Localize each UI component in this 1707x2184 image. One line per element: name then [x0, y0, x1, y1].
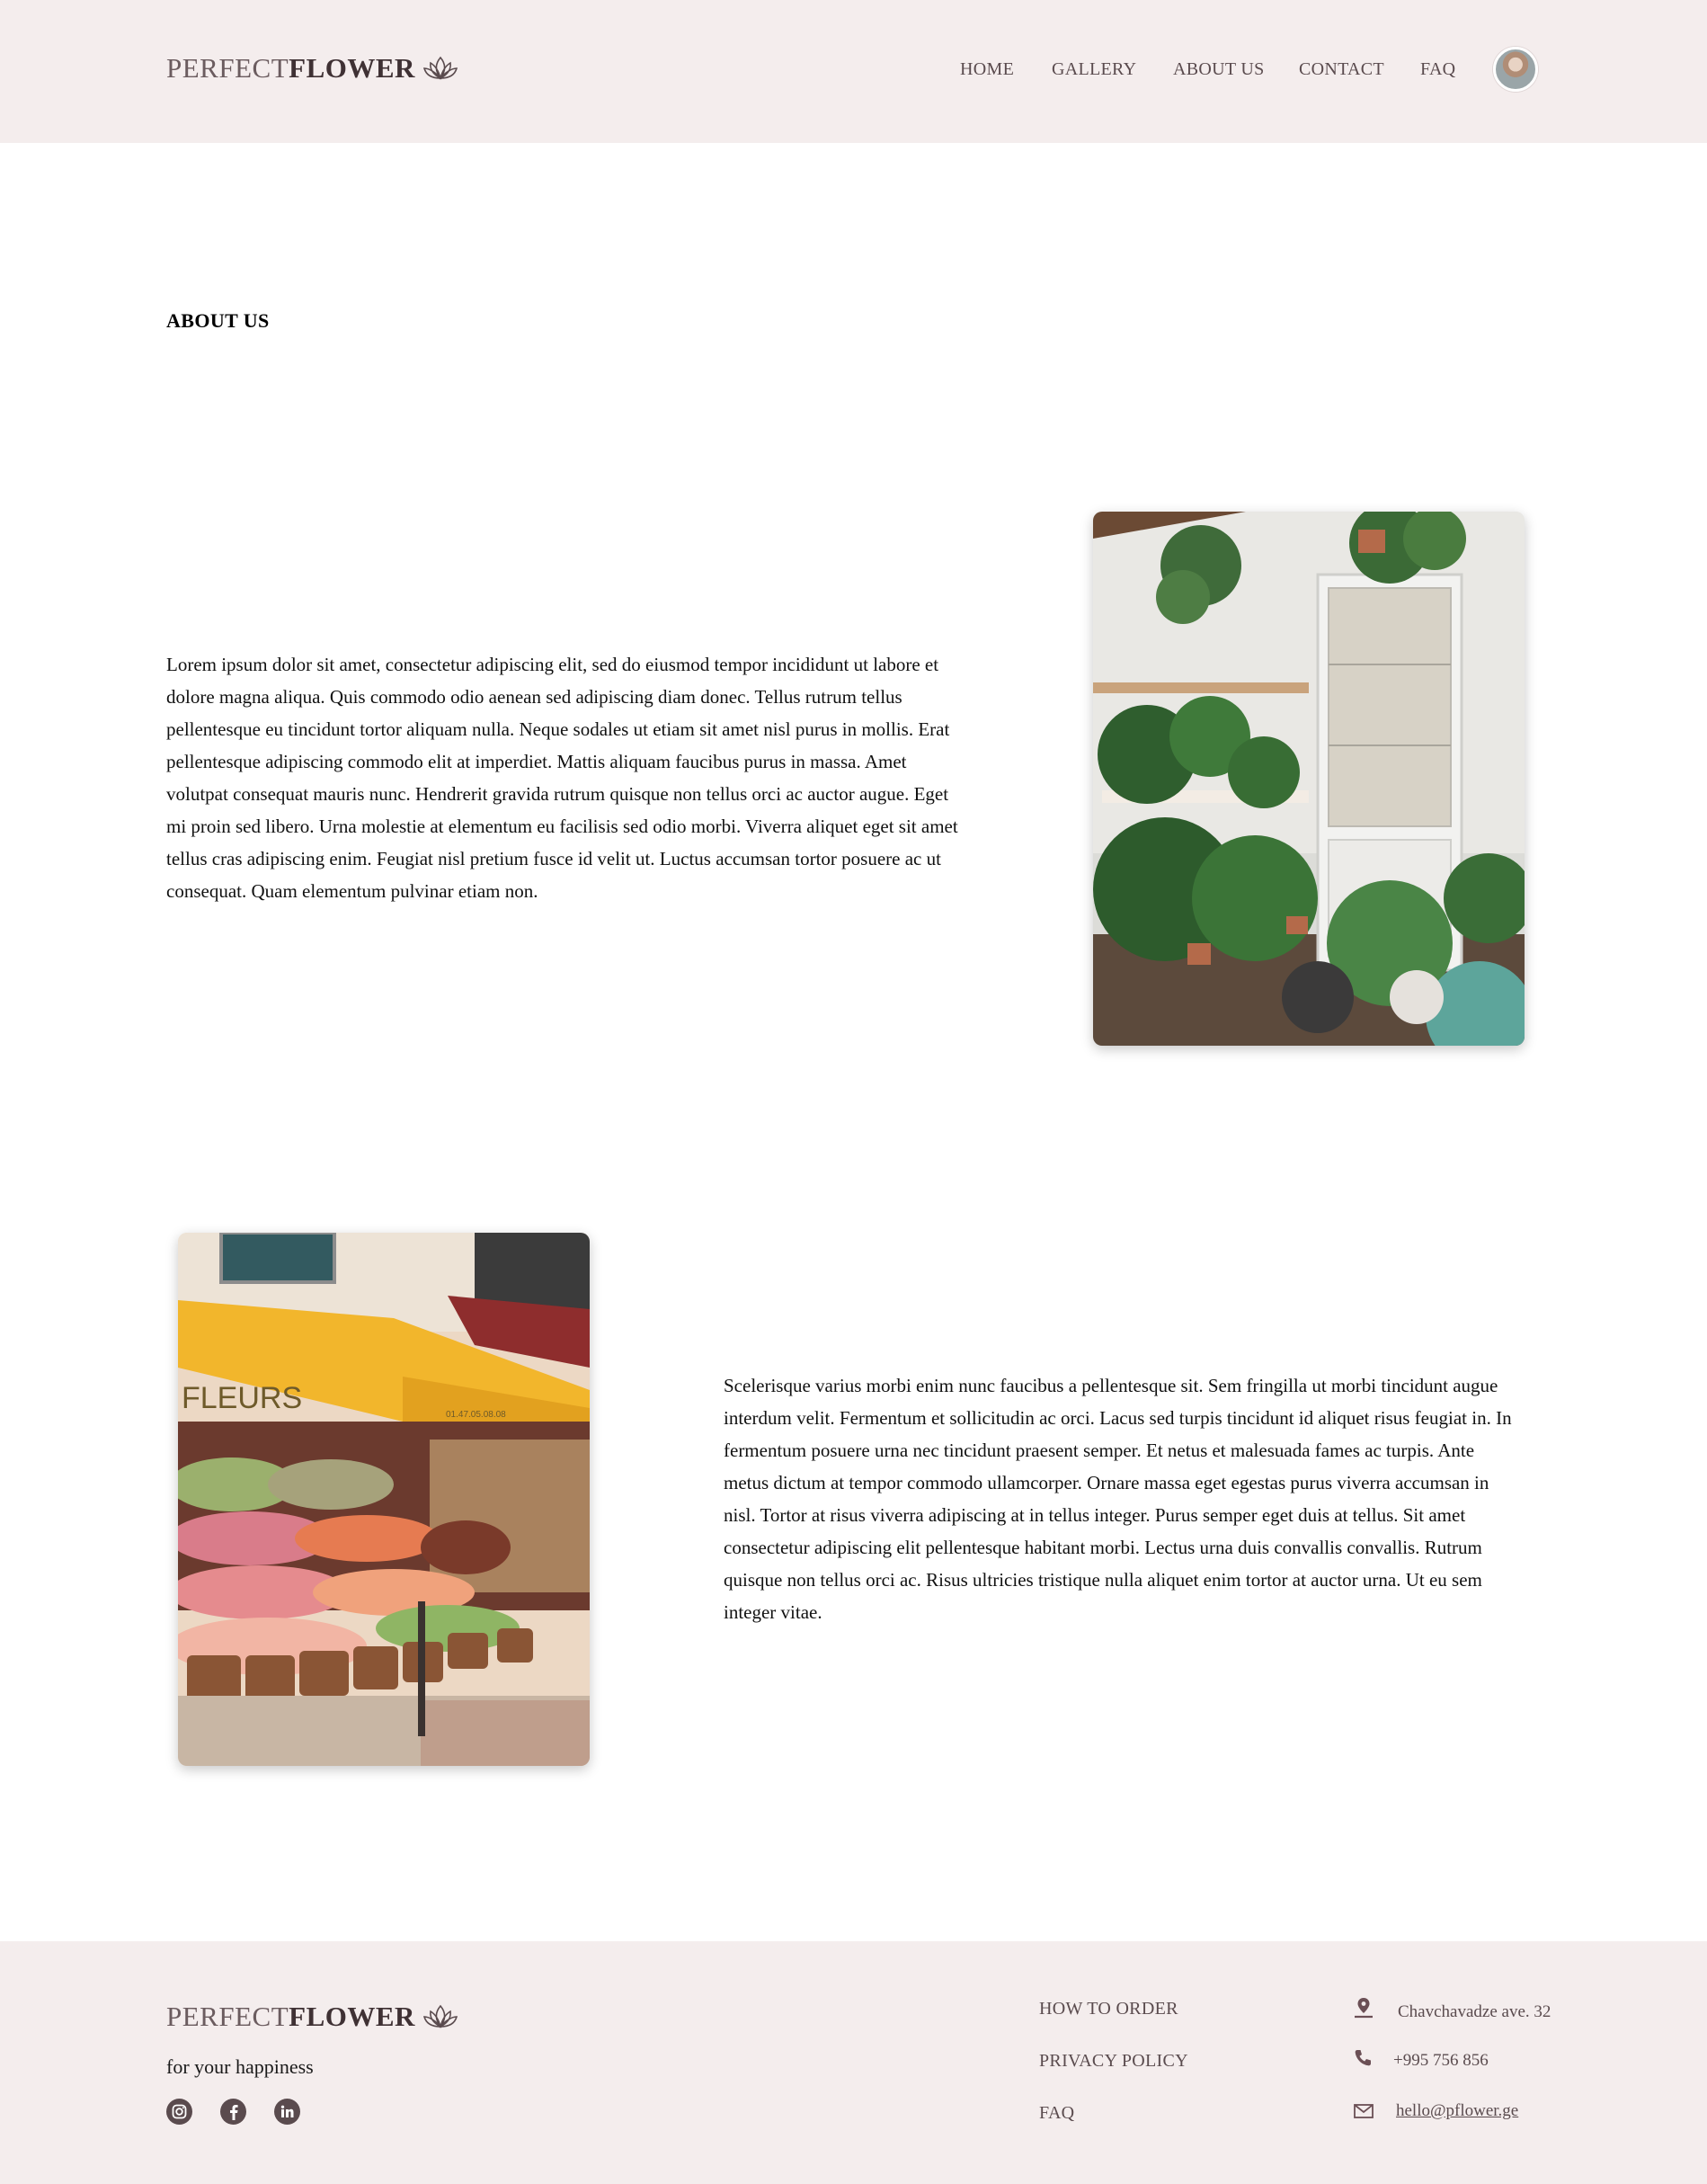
- footer-link-how-to-order[interactable]: HOW TO ORDER: [1039, 1999, 1178, 2019]
- nav-home[interactable]: HOME: [960, 59, 1014, 80]
- location-pin-icon: [1355, 1998, 1373, 2019]
- contact-email-link[interactable]: hello@pflower.ge: [1396, 2101, 1518, 2121]
- about-paragraph-1: Lorem ipsum dolor sit amet, consectetur …: [166, 654, 958, 902]
- awning-sign-text: FLEURS: [182, 1381, 302, 1415]
- nav-contact[interactable]: CONTACT: [1299, 59, 1384, 80]
- flower-shop-storefront-photo: FLEURS 01.47.05.08.08: [178, 1233, 590, 1766]
- awning-phone-text: 01.47.05.08.08: [446, 1410, 506, 1420]
- plant-shop-interior-photo: [1093, 512, 1525, 1046]
- linkedin-icon[interactable]: [274, 2099, 300, 2125]
- contact-address: Chavchavadze ave. 32: [1398, 2002, 1551, 2021]
- instagram-icon[interactable]: [166, 2099, 192, 2125]
- lotus-icon: [422, 2004, 458, 2028]
- logo-text-light: PERFECT: [166, 52, 289, 84]
- footer-tagline: for your happiness: [166, 2055, 314, 2078]
- nav-about-us[interactable]: ABOUT US: [1173, 59, 1265, 80]
- phone-icon: [1355, 2050, 1371, 2066]
- site-header: PERFECT FLOWER HOME GALLERY ABOUT US CONT…: [0, 0, 1707, 143]
- lotus-icon: [422, 56, 458, 80]
- site-footer: PERFECT FLOWER for your happiness HOW TO …: [0, 1941, 1707, 2184]
- about-paragraph-2: Scelerisque varius morbi enim nunc fauci…: [724, 1375, 1512, 1623]
- logo-text-bold: FLOWER: [289, 52, 415, 84]
- facebook-icon[interactable]: [220, 2099, 246, 2125]
- footer-logo-text-bold: FLOWER: [289, 2001, 415, 2032]
- nav-faq[interactable]: FAQ: [1420, 59, 1455, 80]
- mail-icon: [1354, 2104, 1374, 2118]
- footer-link-faq[interactable]: FAQ: [1039, 2103, 1074, 2124]
- footer-logo[interactable]: PERFECT FLOWER: [166, 2001, 458, 2033]
- nav-gallery[interactable]: GALLERY: [1052, 59, 1136, 80]
- footer-logo-text-light: PERFECT: [166, 2001, 289, 2032]
- site-logo[interactable]: PERFECT FLOWER: [166, 52, 458, 85]
- contact-phone: +995 756 856: [1393, 2051, 1489, 2070]
- user-avatar[interactable]: [1493, 47, 1538, 92]
- page-title: ABOUT US: [166, 309, 270, 332]
- footer-link-privacy-policy[interactable]: PRIVACY POLICY: [1039, 2051, 1188, 2072]
